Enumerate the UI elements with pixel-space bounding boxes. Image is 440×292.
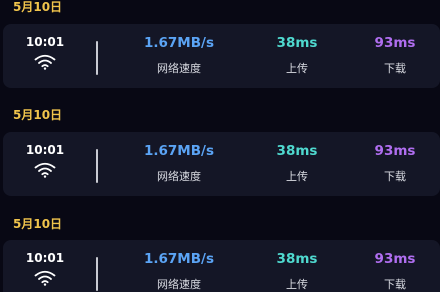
wifi-icon xyxy=(34,270,56,286)
record-time: 10:01 xyxy=(25,35,65,49)
wifi-icon xyxy=(34,54,56,70)
speed-metric: 1.67MB/s 网络速度 xyxy=(121,132,237,196)
record-time: 10:01 xyxy=(25,251,65,265)
upload-label: 上传 xyxy=(286,170,308,183)
upload-value: 38ms xyxy=(276,143,318,159)
speed-value: 1.67MB/s xyxy=(144,143,214,159)
upload-metric: 38ms 上传 xyxy=(251,24,343,88)
upload-label: 上传 xyxy=(286,62,308,75)
download-label: 下载 xyxy=(384,62,406,75)
download-label: 下载 xyxy=(384,170,406,183)
download-metric: 93ms 下载 xyxy=(349,132,440,196)
upload-metric: 38ms 上传 xyxy=(251,132,343,196)
upload-metric: 38ms 上传 xyxy=(251,240,343,292)
card-divider xyxy=(96,41,98,75)
wifi-icon xyxy=(34,162,56,178)
speed-value: 1.67MB/s xyxy=(144,35,214,51)
speed-label: 网络速度 xyxy=(157,62,201,75)
speed-label: 网络速度 xyxy=(157,278,201,291)
download-metric: 93ms 下载 xyxy=(349,240,440,292)
record-date: 5月10日 xyxy=(13,108,63,122)
speed-test-history: 5月10日 10:01 1.67MB/s 网络速度 38ms 上传 93ms 下… xyxy=(0,0,440,292)
download-value: 93ms xyxy=(374,143,416,159)
download-label: 下载 xyxy=(384,278,406,291)
record-time: 10:01 xyxy=(25,143,65,157)
download-value: 93ms xyxy=(374,35,416,51)
record-date: 5月10日 xyxy=(13,217,63,231)
record-card[interactable]: 10:01 1.67MB/s 网络速度 38ms 上传 93ms 下载 xyxy=(3,240,440,292)
speed-value: 1.67MB/s xyxy=(144,251,214,267)
card-divider xyxy=(96,149,98,183)
speed-metric: 1.67MB/s 网络速度 xyxy=(121,240,237,292)
card-divider xyxy=(96,257,98,291)
record-card[interactable]: 10:01 1.67MB/s 网络速度 38ms 上传 93ms 下载 xyxy=(3,24,440,88)
upload-value: 38ms xyxy=(276,35,318,51)
upload-value: 38ms xyxy=(276,251,318,267)
download-metric: 93ms 下载 xyxy=(349,24,440,88)
record-card[interactable]: 10:01 1.67MB/s 网络速度 38ms 上传 93ms 下载 xyxy=(3,132,440,196)
upload-label: 上传 xyxy=(286,278,308,291)
record-date: 5月10日 xyxy=(13,0,63,14)
speed-label: 网络速度 xyxy=(157,170,201,183)
download-value: 93ms xyxy=(374,251,416,267)
speed-metric: 1.67MB/s 网络速度 xyxy=(121,24,237,88)
